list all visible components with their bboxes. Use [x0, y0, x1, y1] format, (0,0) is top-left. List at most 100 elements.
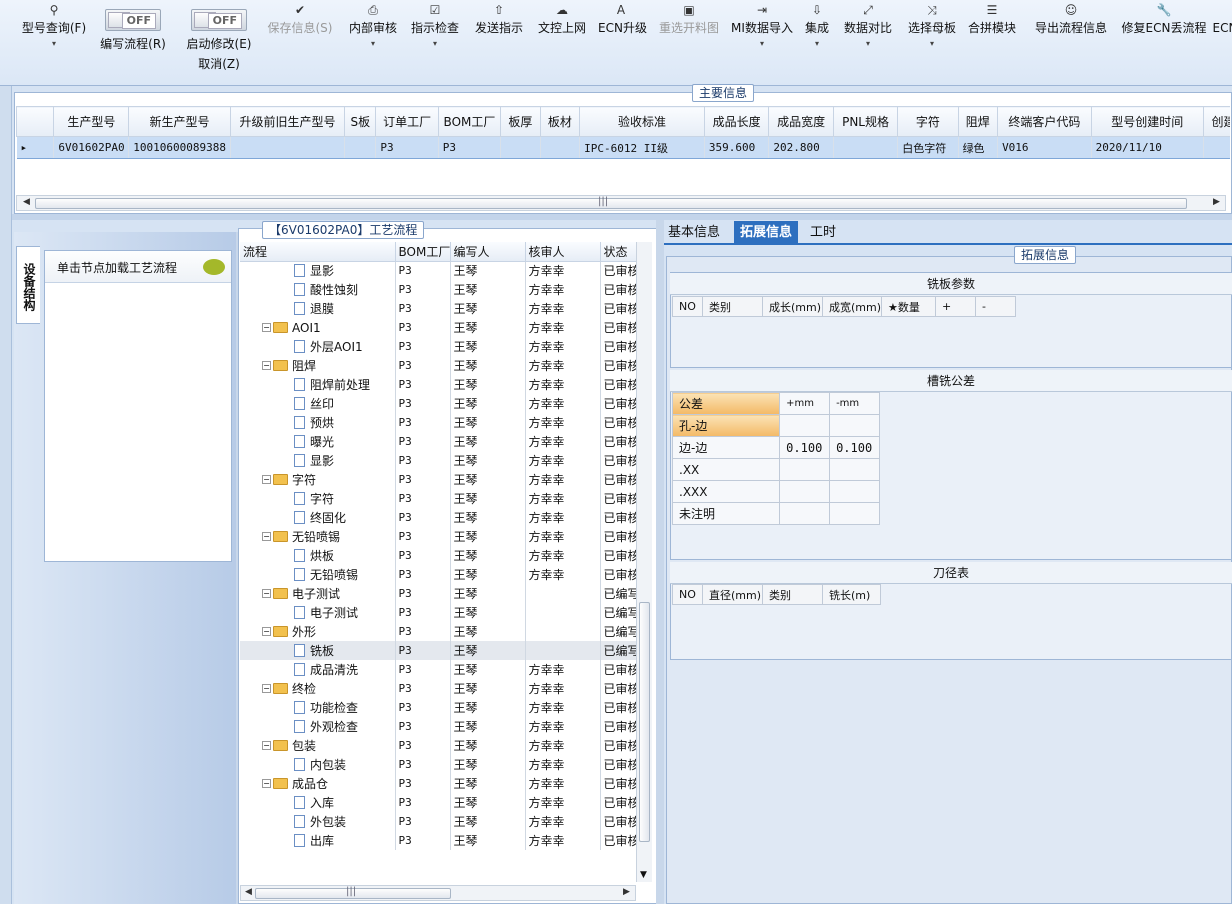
- scroll-thumb[interactable]: |||: [35, 196, 1187, 209]
- process-node[interactable]: 显影: [240, 451, 396, 470]
- cell[interactable]: 10010600089388: [128, 136, 231, 159]
- column-header[interactable]: S板: [344, 106, 377, 137]
- process-node[interactable]: 无铅喷锡: [240, 565, 396, 584]
- process-vscroll[interactable]: ▼: [636, 242, 652, 882]
- process-node[interactable]: 入库: [240, 793, 396, 812]
- column-header[interactable]: 字符: [897, 106, 959, 137]
- process-node[interactable]: − 无铅喷锡: [240, 527, 396, 546]
- tolerance-row[interactable]: .XXX: [671, 480, 880, 503]
- tolerance-minus[interactable]: [829, 458, 880, 481]
- tolerance-plus[interactable]: [779, 414, 831, 437]
- process-node[interactable]: 外包装: [240, 812, 396, 831]
- tab-extended-info[interactable]: 拓展信息: [734, 221, 799, 245]
- process-row[interactable]: − 无铅喷锡 P3 王琴 方幸幸 已审核: [240, 527, 636, 546]
- column-header[interactable]: 成品长度: [703, 106, 770, 137]
- process-node[interactable]: 显影: [240, 261, 396, 280]
- milling-column[interactable]: 成长(mm): [762, 296, 823, 317]
- tab-equipment-structure[interactable]: 设备结构: [16, 246, 40, 324]
- process-row[interactable]: 电子测试 P3 王琴 已编写: [240, 603, 636, 622]
- tree-column-header[interactable]: 编写人: [450, 242, 526, 262]
- tolerance-minus[interactable]: 0.100: [829, 436, 880, 459]
- tree-column-header[interactable]: 状态: [600, 242, 636, 262]
- collapse-icon[interactable]: −: [262, 779, 271, 788]
- collapse-icon[interactable]: −: [262, 361, 271, 370]
- cell[interactable]: [500, 136, 541, 159]
- vscroll-thumb[interactable]: [639, 602, 650, 842]
- scroll-left-icon-2[interactable]: ◀: [245, 887, 252, 897]
- tolerance-minus[interactable]: [829, 502, 880, 525]
- process-node[interactable]: − 成品仓: [240, 774, 396, 793]
- cell[interactable]: 6V01602PA0: [53, 136, 130, 159]
- cell[interactable]: P3: [375, 136, 439, 159]
- tolerance-row[interactable]: 孔-边: [671, 414, 880, 437]
- dropdown-arrow-icon[interactable]: ▾: [802, 38, 832, 50]
- process-row[interactable]: 出库 P3 王琴 方幸幸 已审核: [240, 831, 636, 850]
- process-row[interactable]: 无铅喷锡 P3 王琴 方幸幸 已审核: [240, 565, 636, 584]
- scroll-right-icon-2[interactable]: ▶: [623, 887, 630, 897]
- process-node[interactable]: 成品清洗: [240, 660, 396, 679]
- process-row[interactable]: 退膜 P3 王琴 方幸幸 已审核: [240, 299, 636, 318]
- dropdown-arrow-icon[interactable]: ▾: [16, 38, 92, 50]
- process-node[interactable]: 内包装: [240, 755, 396, 774]
- toolbar-item-3[interactable]: ✔ 保存信息(S): [264, 2, 336, 66]
- column-header[interactable]: 生产型号: [53, 106, 130, 137]
- process-row[interactable]: 成品清洗 P3 王琴 方幸幸 已审核: [240, 660, 636, 679]
- process-node[interactable]: − 阻焊: [240, 356, 396, 375]
- milling-column[interactable]: 成宽(mm): [821, 296, 883, 317]
- column-header[interactable]: 型号创建时间: [1090, 106, 1204, 137]
- main-info-hscroll[interactable]: ◀ ||| ▶: [16, 195, 1226, 211]
- process-row[interactable]: − 字符 P3 王琴 方幸幸 已审核: [240, 470, 636, 489]
- tolerance-plus[interactable]: 0.100: [779, 436, 831, 459]
- dropdown-arrow-icon[interactable]: ▾: [906, 38, 958, 50]
- toolbar-item-6[interactable]: ⇧ 发送指示: [470, 2, 528, 66]
- cutter-column[interactable]: NO: [672, 584, 703, 605]
- column-header[interactable]: 终端客户代码: [997, 106, 1092, 137]
- process-row[interactable]: − AOI1 P3 王琴 方幸幸 已审核: [240, 318, 636, 337]
- tolerance-plus[interactable]: [779, 458, 831, 481]
- cell[interactable]: 359.600: [704, 136, 770, 159]
- process-row[interactable]: 烘板 P3 王琴 方幸幸 已审核: [240, 546, 636, 565]
- toolbar-item-11[interactable]: ⇩ 集成 ▾: [802, 2, 832, 66]
- column-header[interactable]: PNL规格: [832, 106, 899, 137]
- toolbar-item-15[interactable]: ☺ 导出流程信息: [1030, 2, 1112, 66]
- process-node[interactable]: 丝印: [240, 394, 396, 413]
- process-node[interactable]: 外观检查: [240, 717, 396, 736]
- process-row[interactable]: − 成品仓 P3 王琴 方幸幸 已审核: [240, 774, 636, 793]
- milling-column[interactable]: 类别: [702, 296, 763, 317]
- column-header[interactable]: 成品宽度: [768, 106, 834, 137]
- tolerance-row[interactable]: 边-边 0.100 0.100: [671, 436, 880, 459]
- dropdown-arrow-icon[interactable]: ▾: [408, 38, 462, 50]
- cutter-column[interactable]: 铣长(m): [822, 584, 881, 605]
- process-node[interactable]: 预烘: [240, 413, 396, 432]
- toolbar-item-16[interactable]: 🔧 修复ECN丢流程: [1118, 2, 1210, 66]
- speech-bubble-icon[interactable]: [203, 259, 225, 275]
- process-hscroll[interactable]: ◀ ||| ▶: [240, 885, 636, 901]
- process-row[interactable]: 预烘 P3 王琴 方幸幸 已审核: [240, 413, 636, 432]
- main-info-row[interactable]: ▸ 6V01602PA0 10010600089388 P3 P3 IPC-6012 II…: [16, 136, 1230, 159]
- cell[interactable]: [1203, 136, 1230, 159]
- process-node[interactable]: 字符: [240, 489, 396, 508]
- toolbar-item-4[interactable]: ⎙ 内部审核 ▾: [344, 2, 402, 66]
- process-row[interactable]: 酸性蚀刻 P3 王琴 方幸幸 已审核: [240, 280, 636, 299]
- process-node[interactable]: 曝光: [240, 432, 396, 451]
- column-header[interactable]: 升级前旧生产型号: [229, 106, 346, 137]
- process-row[interactable]: 外层AOI1 P3 王琴 方幸幸 已审核: [240, 337, 636, 356]
- toggle-switch-1[interactable]: OFF: [105, 9, 161, 31]
- cutter-column[interactable]: 直径(mm): [702, 584, 763, 605]
- process-node[interactable]: 外层AOI1: [240, 337, 396, 356]
- tree-column-header[interactable]: BOM工厂: [395, 242, 451, 262]
- dropdown-arrow-icon[interactable]: ▾: [728, 38, 796, 50]
- collapse-icon[interactable]: −: [262, 475, 271, 484]
- tolerance-minus[interactable]: [829, 480, 880, 503]
- cell[interactable]: [344, 136, 377, 159]
- milling-column[interactable]: +: [935, 296, 977, 317]
- cell[interactable]: 白色字符: [897, 136, 959, 159]
- tolerance-plus[interactable]: [779, 480, 831, 503]
- process-row[interactable]: − 外形 P3 王琴 已编写: [240, 622, 636, 641]
- process-node[interactable]: 酸性蚀刻: [240, 280, 396, 299]
- toolbar-item-5[interactable]: ☑ 指示检查 ▾: [408, 2, 462, 66]
- collapse-icon[interactable]: −: [262, 323, 271, 333]
- milling-column[interactable]: NO: [672, 296, 703, 317]
- process-row[interactable]: 字符 P3 王琴 方幸幸 已审核: [240, 489, 636, 508]
- collapse-icon[interactable]: −: [262, 741, 271, 750]
